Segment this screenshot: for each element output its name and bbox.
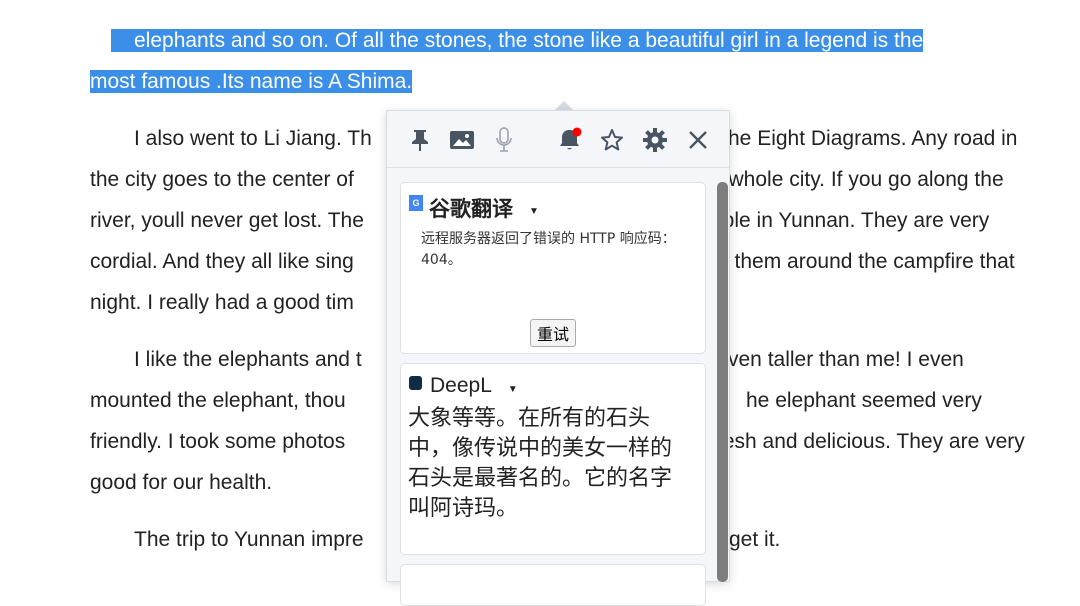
article-line-right: h them around the campfire that bbox=[717, 250, 1015, 273]
article-line: I like the elephants and t bbox=[134, 348, 362, 371]
article-line: mounted the elephant, thou bbox=[90, 389, 346, 412]
article-line: I also went to Li Jiang. Th bbox=[134, 127, 372, 150]
article-line: river, youll never get lost. The bbox=[90, 209, 364, 232]
article-line: The trip to Yunnan impre bbox=[134, 528, 364, 551]
deepl-icon bbox=[409, 376, 422, 390]
article-line: cordial. And they all like sing bbox=[90, 250, 354, 273]
engine-title: 谷歌翻译 bbox=[429, 198, 513, 221]
google-translate-card: G 谷歌翻译 ▼ 远程服务器返回了错误的 HTTP 响应码：404。 重试 bbox=[400, 182, 706, 354]
article-line: good for our health. bbox=[90, 471, 273, 494]
popup-caret bbox=[555, 101, 573, 110]
article-line-right: fresh and delicious. They are very bbox=[710, 430, 1025, 453]
article-line-right: ven taller than me! I even bbox=[728, 348, 964, 371]
gear-icon[interactable] bbox=[642, 127, 668, 153]
engine-title: DeepL bbox=[430, 374, 492, 397]
article-line: the city goes to the center of bbox=[90, 168, 354, 191]
image-icon[interactable] bbox=[449, 127, 475, 153]
scrollbar-thumb[interactable] bbox=[717, 182, 728, 582]
article-line-right: get it. bbox=[729, 528, 781, 551]
engine-dropdown-icon[interactable]: ▼ bbox=[529, 206, 539, 217]
pin-icon[interactable] bbox=[407, 127, 433, 153]
article-line-right: he elephant seemed very bbox=[746, 389, 982, 412]
selected-text: most famous .Its name is A Shima. bbox=[90, 70, 413, 93]
star-icon[interactable] bbox=[599, 127, 625, 153]
deepl-card: DeepL ▼ 大象等等。在所有的石头中，像传说中的美女一样的石头是最著名的。它的… bbox=[400, 363, 706, 555]
article-line: night. I really had a good tim bbox=[90, 291, 354, 314]
selected-text: elephants and so on. Of all the stones, … bbox=[111, 29, 924, 52]
article-line: friendly. I took some photos bbox=[90, 430, 346, 453]
article-line-right: ople in Yunnan. They are very bbox=[711, 209, 990, 232]
bell-icon[interactable] bbox=[557, 127, 583, 153]
popup-toolbar bbox=[387, 111, 729, 168]
article-line-right: e whole city. If you go along the bbox=[711, 168, 1004, 191]
microphone-icon[interactable] bbox=[491, 127, 517, 153]
translation-text: 大象等等。在所有的石头中，像传说中的美女一样的石头是最著名的。它的名字叫阿诗玛。 bbox=[408, 406, 673, 521]
translation-popup: G 谷歌翻译 ▼ 远程服务器返回了错误的 HTTP 响应码：404。 重试 Deep… bbox=[386, 110, 730, 606]
translation-card bbox=[400, 564, 706, 606]
google-translate-icon: G bbox=[409, 195, 423, 211]
engine-dropdown-icon[interactable]: ▼ bbox=[508, 384, 518, 395]
article-line-right: he Eight Diagrams. Any road in bbox=[728, 127, 1018, 150]
retry-button[interactable]: 重试 bbox=[529, 319, 576, 347]
error-message: 远程服务器返回了错误的 HTTP 响应码：404。 bbox=[421, 231, 676, 268]
close-icon[interactable] bbox=[685, 127, 711, 153]
